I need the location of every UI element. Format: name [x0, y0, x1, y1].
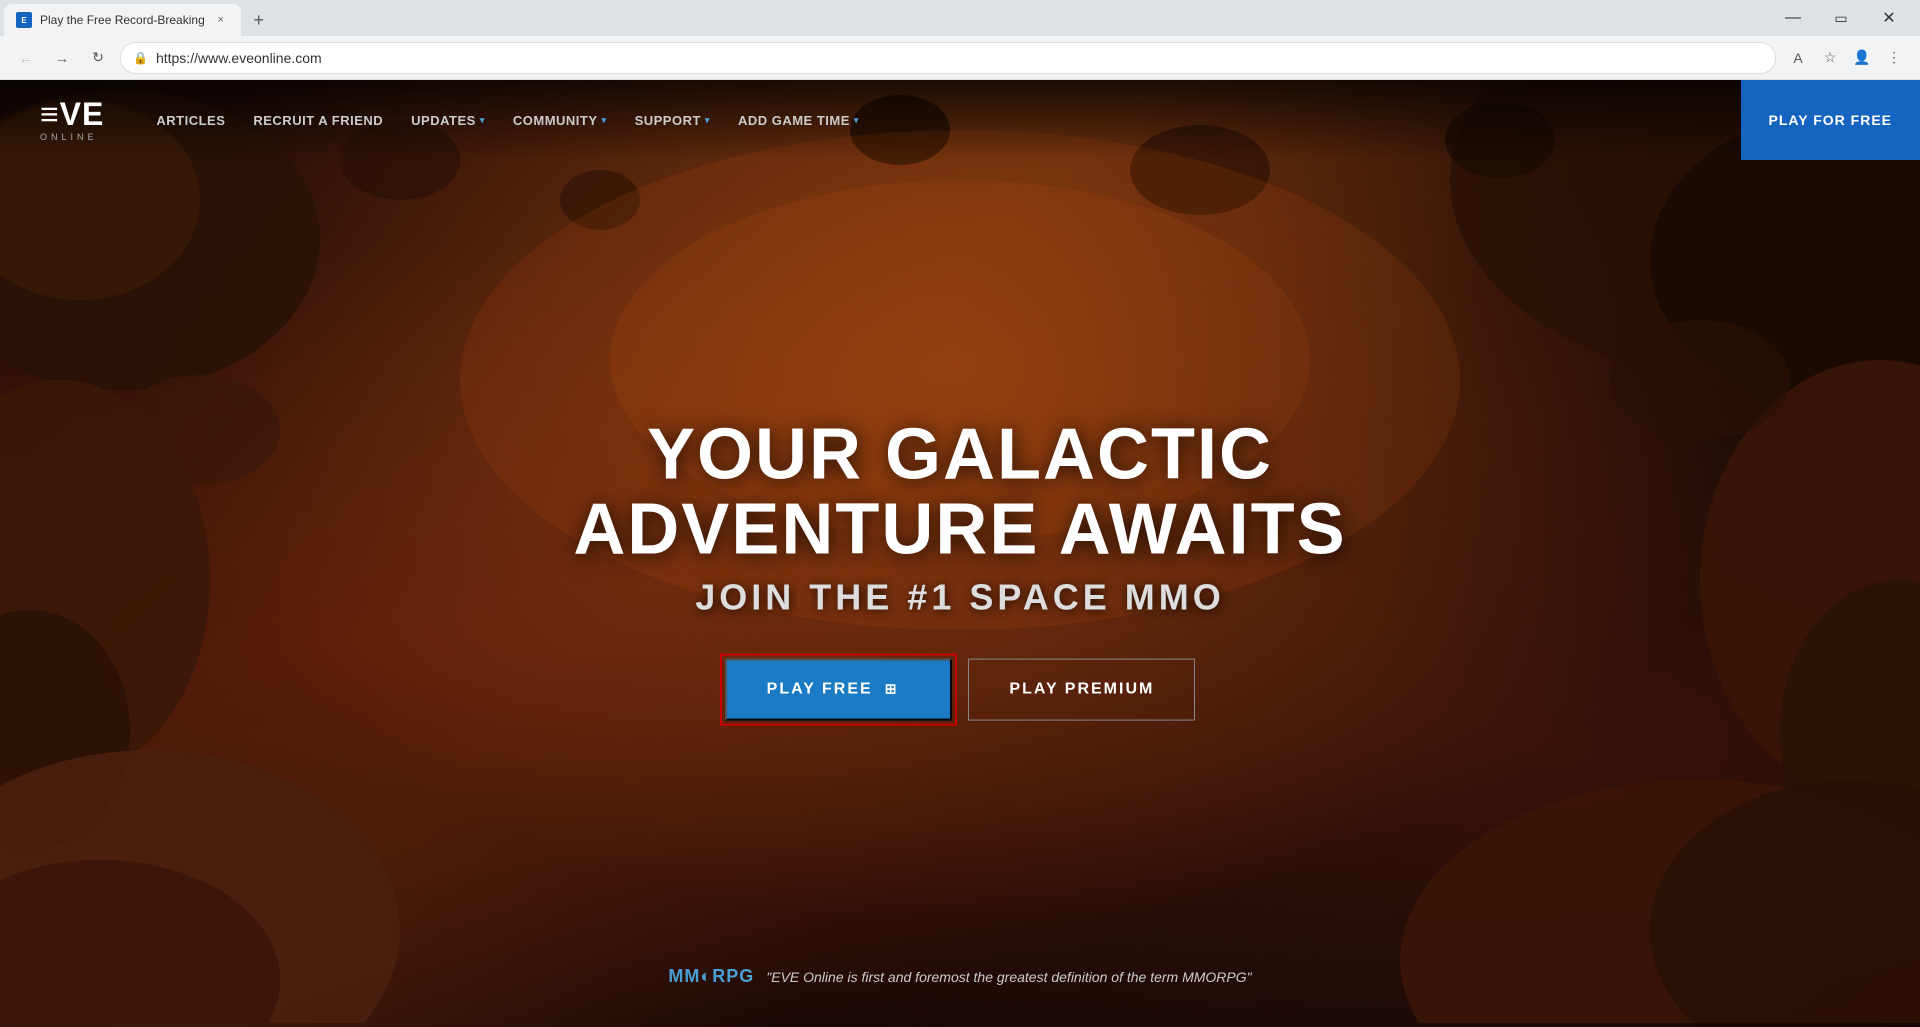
nav-community[interactable]: COMMUNITY ▾: [501, 105, 619, 136]
support-arrow-icon: ▾: [705, 115, 710, 126]
browser-actions: A ☆ 👤 ⋮: [1784, 44, 1908, 72]
hero-content-section: YOUR GALACTIC ADVENTURE AWAITS JOIN THE …: [480, 417, 1440, 720]
play-for-free-header-button[interactable]: PLAY FOR FREE: [1741, 80, 1920, 160]
site-header: ≡VE ONLINE ARTICLES RECRUIT A FRIEND UPD…: [0, 80, 1920, 160]
webpage-content: ≡VE ONLINE ARTICLES RECRUIT A FRIEND UPD…: [0, 80, 1920, 1027]
updates-arrow-icon: ▾: [480, 115, 485, 126]
bookmark-button[interactable]: ☆: [1816, 44, 1844, 72]
logo-online-text: ONLINE: [40, 132, 98, 142]
browser-window: E Play the Free Record-Breaking × + — ▭ …: [0, 0, 1920, 1027]
eve-logo[interactable]: ≡VE ONLINE: [40, 98, 104, 142]
community-arrow-icon: ▾: [602, 115, 607, 126]
play-premium-label: PLAY PREMIUM: [1009, 680, 1154, 698]
windows-icon: ⊞: [885, 681, 899, 698]
address-bar[interactable]: 🔒 https://www.eveonline.com: [120, 42, 1776, 74]
attribution-quote: "EVE Online is first and foremost the gr…: [766, 969, 1251, 985]
minimize-button[interactable]: —: [1770, 4, 1816, 32]
nav-add-game-time[interactable]: ADD GAME TIME ▾: [726, 105, 871, 136]
active-tab[interactable]: E Play the Free Record-Breaking ×: [4, 4, 241, 36]
attribution-section: MM◐RPG "EVE Online is first and foremost…: [668, 966, 1251, 987]
nav-recruit[interactable]: RECRUIT A FRIEND: [241, 105, 395, 136]
reload-button[interactable]: ↻: [84, 44, 112, 72]
hero-subtitle: JOIN THE #1 SPACE MMO: [480, 576, 1440, 618]
forward-button[interactable]: →: [48, 44, 76, 72]
translate-button[interactable]: A: [1784, 44, 1812, 72]
hero-cta-buttons: PLAY FREE ⊞ PLAY PREMIUM: [480, 658, 1440, 720]
hero-title: YOUR GALACTIC ADVENTURE AWAITS: [480, 417, 1440, 568]
play-free-label: PLAY FREE: [767, 680, 873, 698]
play-premium-button[interactable]: PLAY PREMIUM: [968, 658, 1195, 720]
tab-bar: E Play the Free Record-Breaking × + — ▭ …: [0, 0, 1920, 36]
nav-support[interactable]: SUPPORT ▾: [623, 105, 722, 136]
mmorpg-logo: MM◐RPG: [668, 966, 754, 987]
browser-nav-bar: ← → ↻ 🔒 https://www.eveonline.com A ☆ 👤 …: [0, 36, 1920, 80]
browser-menu-button[interactable]: ⋮: [1880, 44, 1908, 72]
tab-close-button[interactable]: ×: [213, 12, 229, 28]
back-button[interactable]: ←: [12, 44, 40, 72]
tab-title: Play the Free Record-Breaking: [40, 13, 205, 27]
nav-updates[interactable]: UPDATES ▾: [399, 105, 497, 136]
url-text: https://www.eveonline.com: [156, 50, 1763, 66]
add-game-time-arrow-icon: ▾: [854, 115, 859, 126]
profile-button[interactable]: 👤: [1848, 44, 1876, 72]
new-tab-button[interactable]: +: [245, 6, 273, 34]
tab-favicon: E: [16, 12, 32, 28]
play-free-button[interactable]: PLAY FREE ⊞: [725, 658, 953, 720]
close-window-button[interactable]: ✕: [1866, 4, 1912, 32]
nav-articles[interactable]: ARTICLES: [144, 105, 237, 136]
security-icon: 🔒: [133, 51, 148, 65]
maximize-button[interactable]: ▭: [1818, 4, 1864, 32]
main-navigation: ARTICLES RECRUIT A FRIEND UPDATES ▾ COMM…: [144, 105, 1784, 136]
logo-eve-text: ≡VE: [40, 98, 104, 130]
